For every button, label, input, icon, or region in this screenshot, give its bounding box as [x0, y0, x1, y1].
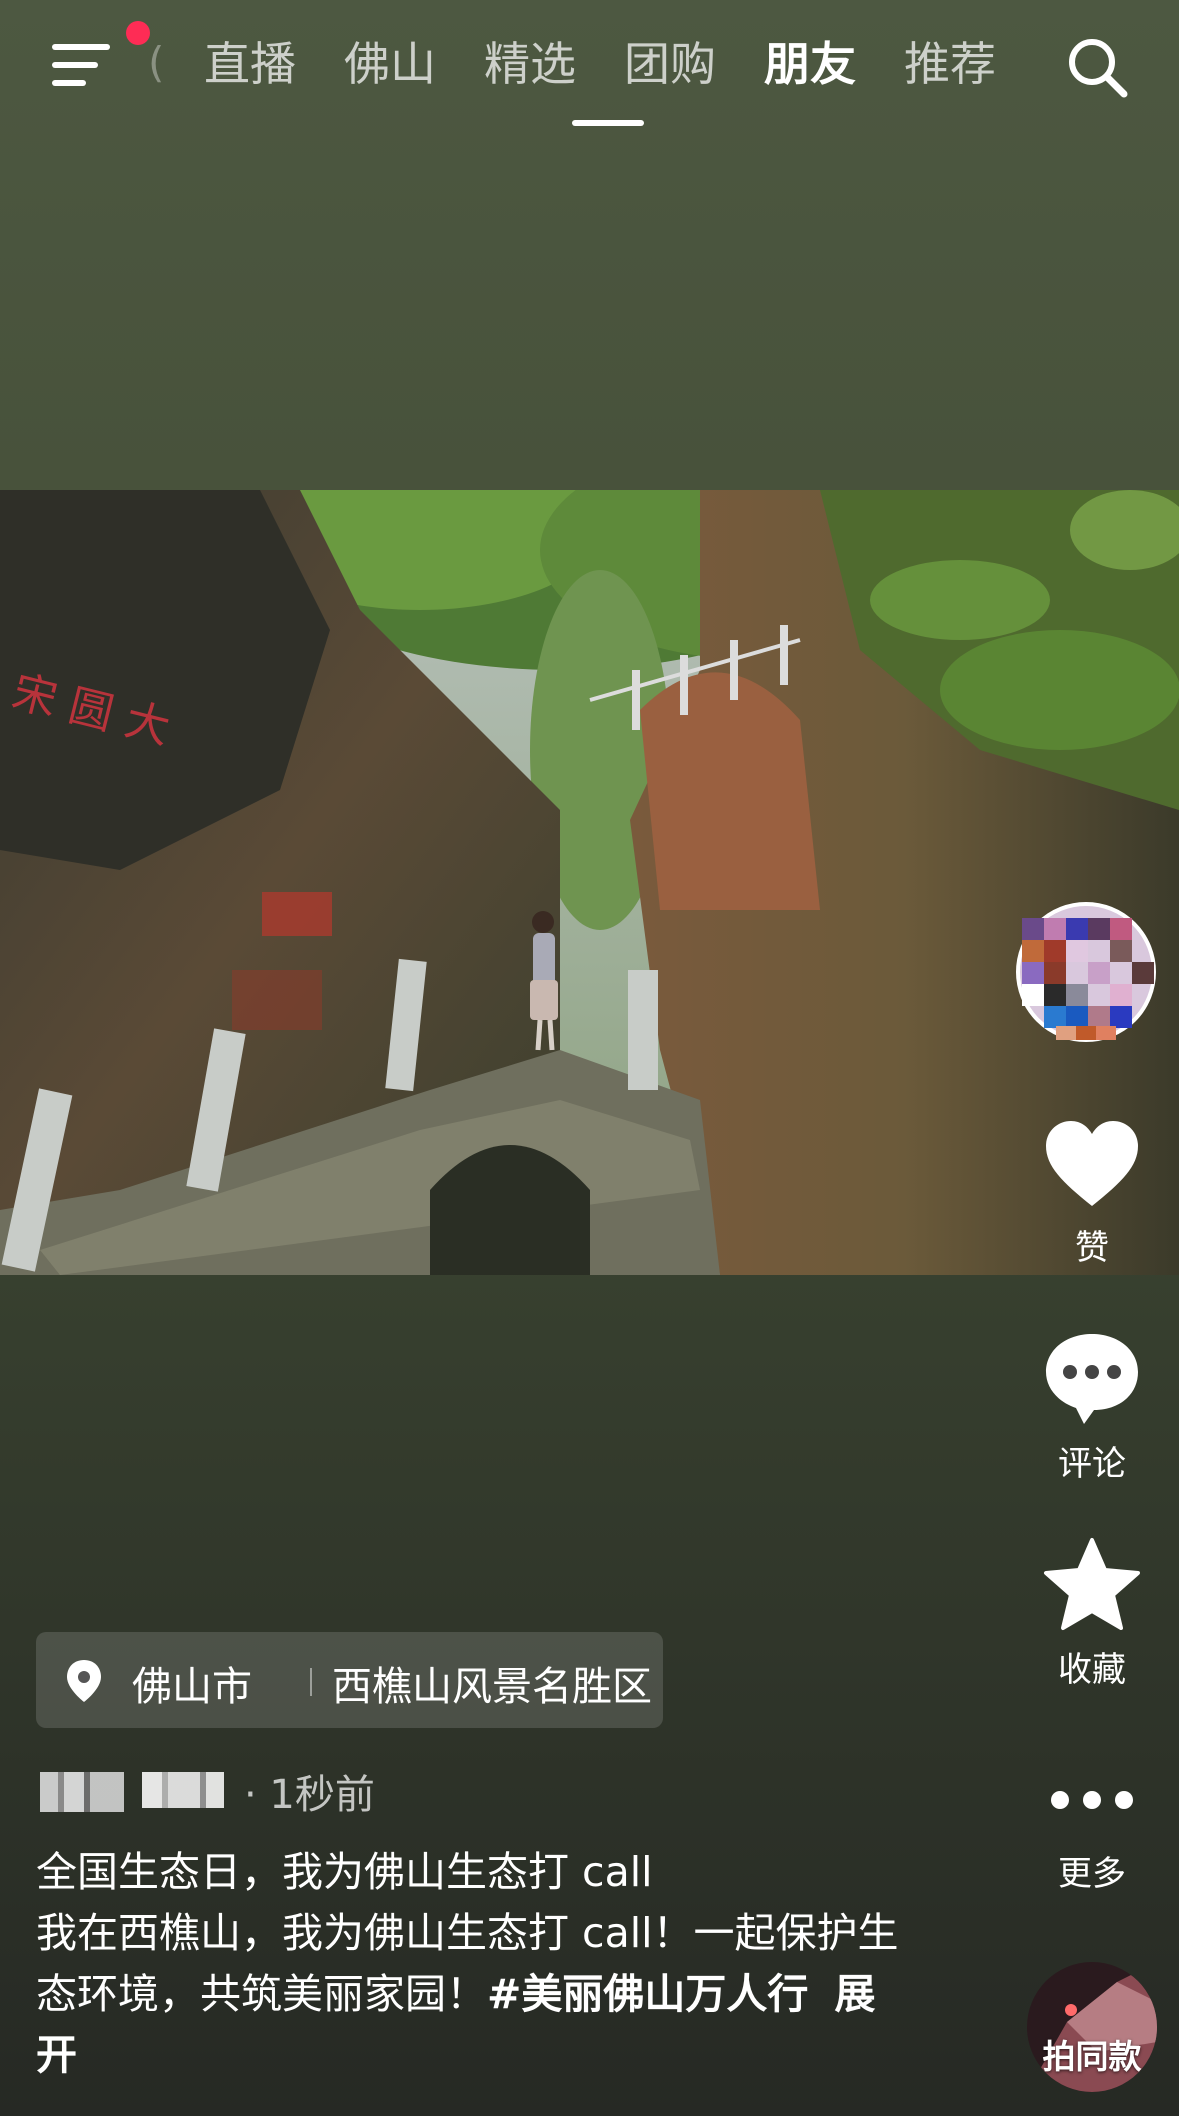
post-photo[interactable]: 宋 圆 大 [0, 490, 1179, 1275]
post-caption: 全国生态日，我为佛山生态打 call 我在西樵山，我为佛山生态打 call！一起… [36, 1842, 916, 2086]
location-pin-icon [67, 1660, 101, 1702]
like-button[interactable]: 赞 [1017, 1118, 1167, 1269]
top-navigation: ( 直播 佛山 精选 团购 朋友 推荐 [0, 0, 1179, 140]
tab-live[interactable]: 直播 [204, 32, 344, 102]
location-chip[interactable]: 佛山市 西樵山风景名胜区 [36, 1632, 663, 1728]
more-button[interactable]: 更多 [1017, 1778, 1167, 1895]
location-divider [310, 1668, 312, 1696]
caption-body: 我在西樵山，我为佛山生态打 call！一起保护生态环境，共筑美丽家园！#美丽佛山… [36, 1903, 916, 2086]
notification-dot [126, 21, 150, 45]
scenic-photo-illustration: 宋 圆 大 [0, 490, 1179, 1275]
caption-line-1: 全国生态日，我为佛山生态打 call [36, 1848, 653, 1896]
same-style-button[interactable]: 拍同款 [1027, 1962, 1157, 2092]
tab-group-buy[interactable]: 团购 [624, 32, 764, 102]
favorite-label: 收藏 [1058, 1650, 1126, 1690]
active-tab-indicator [572, 120, 644, 126]
tab-foshan[interactable]: 佛山 [344, 32, 484, 102]
feed-tabs: 直播 佛山 精选 团购 朋友 推荐 [204, 32, 1044, 102]
author-avatar[interactable] [1012, 898, 1160, 1046]
partial-tab-edge: ( [148, 38, 165, 87]
author-name-redacted-2[interactable] [142, 1772, 224, 1808]
like-label: 赞 [1075, 1228, 1109, 1268]
search-icon[interactable] [1064, 34, 1130, 100]
comment-bubble-icon [1046, 1334, 1138, 1424]
star-icon [1044, 1538, 1140, 1630]
tab-featured[interactable]: 精选 [484, 32, 624, 102]
location-city: 佛山市 [132, 1664, 252, 1710]
hashtag-link[interactable]: #美丽佛山万人行 [487, 1970, 808, 2018]
more-dots-icon [1051, 1791, 1133, 1809]
tab-friends[interactable]: 朋友 [764, 32, 904, 102]
same-style-label: 拍同款 [1042, 2037, 1142, 2076]
post-time: · 1秒前 [244, 1772, 375, 1818]
menu-icon[interactable] [52, 40, 118, 90]
favorite-button[interactable]: 收藏 [1017, 1536, 1167, 1691]
more-label: 更多 [1058, 1854, 1126, 1894]
heart-icon [1046, 1121, 1138, 1206]
location-place: 西樵山风景名胜区 [332, 1664, 652, 1710]
tab-recommend[interactable]: 推荐 [904, 32, 1044, 102]
comment-button[interactable]: 评论 [1017, 1330, 1167, 1485]
author-name-redacted[interactable] [40, 1772, 124, 1812]
comment-label: 评论 [1058, 1444, 1126, 1484]
avatar-image [1016, 902, 1156, 1042]
